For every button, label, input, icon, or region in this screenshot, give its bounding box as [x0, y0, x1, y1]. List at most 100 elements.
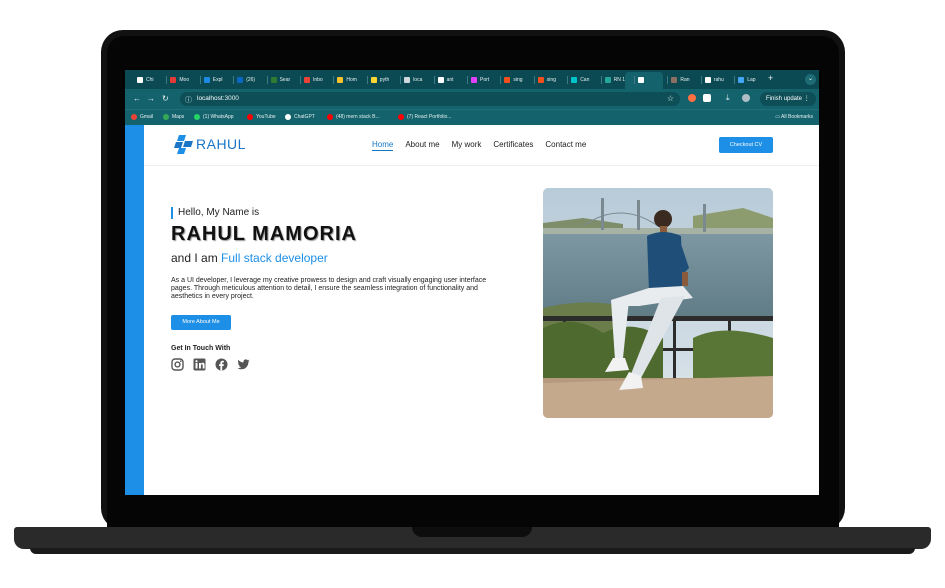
tab-title: sing [513, 77, 523, 83]
reload-icon[interactable]: ↻ [162, 94, 169, 103]
new-tab-button[interactable]: + [768, 73, 773, 83]
tab-divider [600, 76, 602, 84]
tab-divider [500, 76, 502, 84]
photo-tab-icon [671, 77, 678, 83]
browser-tab[interactable]: Ran [671, 74, 690, 86]
logo-icon [174, 135, 193, 154]
youtube-icon [398, 114, 404, 120]
browser-tab[interactable]: (26) [237, 74, 255, 86]
browser-tab[interactable]: Inbo [304, 74, 323, 86]
tab-title: (26) [246, 77, 256, 83]
browser-tab[interactable]: Hom [337, 74, 357, 86]
nav-home[interactable]: Home [372, 140, 394, 151]
more-about-button[interactable]: More About Me [171, 315, 231, 330]
rn-icon [604, 77, 611, 83]
nav-work[interactable]: My work [452, 140, 482, 151]
twitter-icon[interactable] [237, 358, 250, 371]
browser-tab[interactable]: sing [537, 74, 556, 86]
browser-toolbar: ← → ↻ ⓘ localhost:3000 ☆ ⤓ Finish update… [125, 89, 819, 109]
browser-tab[interactable]: Port [471, 74, 489, 86]
browser-tab[interactable]: Can [571, 74, 589, 86]
accent-sidebar [125, 125, 144, 495]
finish-update-button[interactable]: Finish update ⋮ [760, 92, 816, 106]
facebook-icon[interactable] [215, 358, 228, 371]
browser-tab[interactable]: Sear [270, 74, 291, 86]
tab-divider [700, 76, 702, 84]
site-menu: Home About me My work Certificates Conta… [372, 140, 586, 151]
browser-tab[interactable]: RN 1 [604, 74, 625, 86]
browser-tab[interactable]: loca [404, 74, 422, 86]
tab-title: Port [480, 77, 490, 83]
instagram-icon[interactable] [171, 358, 184, 371]
bookmark-item[interactable]: ChatGPT [285, 114, 315, 120]
back-icon[interactable]: ← [133, 94, 141, 103]
browser-tab[interactable]: rahu [704, 74, 724, 86]
laptop-base-shadow [30, 548, 915, 554]
canva-icon [571, 77, 578, 83]
browser-tab[interactable]: sing [504, 74, 523, 86]
tab-title: sing [546, 77, 556, 83]
download-icon[interactable]: ⤓ [726, 93, 730, 103]
tab-divider [366, 76, 368, 84]
address-bar[interactable]: ⓘ localhost:3000 ☆ [180, 92, 680, 106]
bookmark-item[interactable]: (1) WhatsApp [194, 114, 234, 120]
nav-about[interactable]: About me [405, 140, 439, 151]
forward-icon[interactable]: → [147, 94, 155, 103]
bookmark-item[interactable]: (7) React Portfolio... [398, 114, 451, 120]
bookmark-item[interactable]: (48) mern stack B... [327, 114, 380, 120]
bookmark-label: ChatGPT [294, 114, 315, 120]
browser-tab[interactable]: Moo [170, 74, 189, 86]
tab-divider [333, 76, 335, 84]
maps-icon [163, 114, 169, 120]
nav-contact[interactable]: Contact me [545, 140, 586, 151]
profile-avatar-icon[interactable] [742, 94, 750, 102]
bookmark-item[interactable]: Gmail [131, 114, 153, 120]
extensions-puzzle-icon[interactable] [703, 94, 711, 102]
figma-icon [504, 77, 511, 83]
bookmark-label: YouTube [256, 114, 276, 120]
tab-title: loca [413, 77, 423, 83]
bookmark-star-icon[interactable]: ☆ [667, 94, 674, 103]
browser-tab[interactable]: pyth [370, 74, 389, 86]
browser-tab[interactable] [638, 74, 647, 86]
linkedin-icon[interactable] [193, 358, 206, 371]
bookmark-item[interactable]: Maps [163, 114, 184, 120]
tab-title: Lap [747, 77, 756, 83]
bookmark-label: Maps [172, 114, 185, 120]
figma-icon [537, 77, 544, 83]
laptop-screen: Chi Moo Expl (26) Sear Inbo Hom pyth loca ant Port… [125, 70, 819, 495]
hello-text: Hello, My Name is [171, 207, 259, 219]
browser-tab[interactable]: Lap [738, 74, 756, 86]
checkout-cv-button[interactable]: Checkout CV [719, 137, 773, 153]
tab-title: Sear [279, 77, 291, 83]
gmail-icon [131, 114, 137, 120]
bookmark-item[interactable]: YouTube [247, 114, 276, 120]
tab-divider [667, 76, 669, 84]
bookmarks-bar: Gmail Maps (1) WhatsApp YouTube ChatGPT (48) … [125, 109, 819, 126]
globe-icon [404, 77, 411, 83]
browser-tab[interactable]: ant [437, 74, 454, 86]
tab-divider [400, 76, 402, 84]
bookmark-label: Gmail [140, 114, 154, 120]
site-info-icon[interactable]: ⓘ [185, 95, 192, 105]
role-prefix: and I am [171, 251, 218, 265]
browser-tab[interactable]: Expl [203, 74, 223, 86]
active-tab-icon [638, 77, 644, 83]
bookmark-label: (48) mern stack B... [336, 114, 380, 120]
tab-divider [233, 76, 235, 84]
linkedin-icon [237, 77, 244, 83]
tab-search-icon[interactable]: ⌄ [805, 74, 816, 85]
site-logo[interactable]: RAHUL [174, 134, 246, 154]
tab-title: rahu [713, 77, 724, 83]
profile-photo-illustration [543, 188, 773, 418]
extension-icon[interactable] [688, 94, 696, 102]
profile-photo [543, 188, 773, 418]
tab-divider [266, 76, 268, 84]
tab-title: Hom [346, 77, 357, 83]
hero-name: RAHUL MAMORIA [171, 223, 357, 245]
all-bookmarks-button[interactable]: ▭ All Bookmarks [775, 114, 813, 120]
nav-certificates[interactable]: Certificates [493, 140, 533, 151]
youtube-icon [327, 114, 333, 120]
browser-tab[interactable]: Chi [137, 74, 154, 86]
tab-title: Ran [680, 77, 690, 83]
